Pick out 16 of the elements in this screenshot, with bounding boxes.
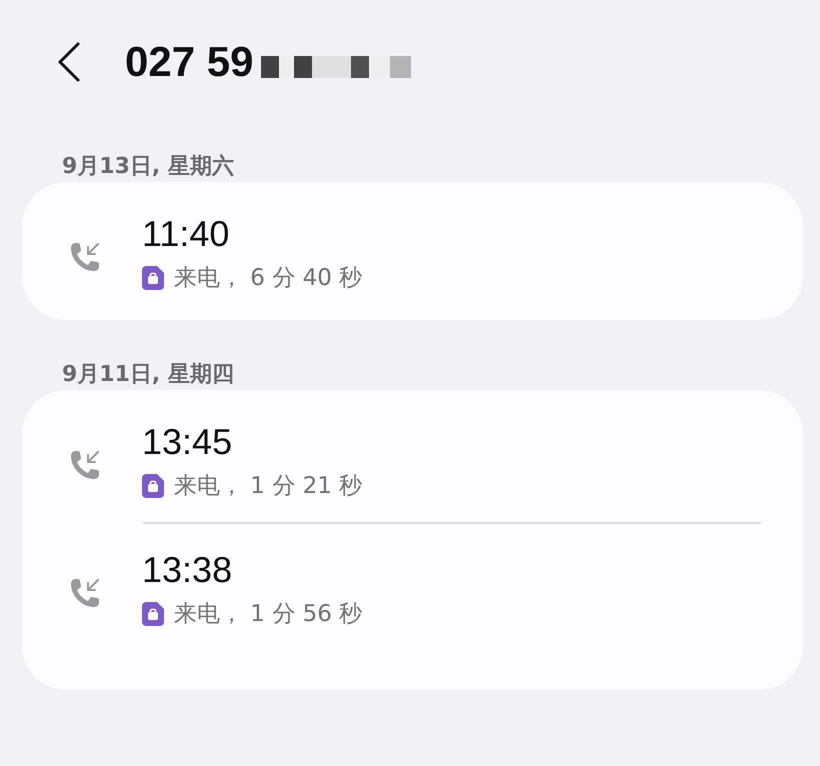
- sim-card-icon: [142, 602, 164, 626]
- call-detail: 来电， 1 分 56 秒: [174, 600, 362, 629]
- call-detail: 来电， 6 分 40 秒: [174, 264, 362, 293]
- date-heading: 9月13日, 星期六: [61, 153, 235, 181]
- incoming-call-icon: [68, 448, 102, 482]
- back-icon[interactable]: [57, 42, 81, 82]
- incoming-call-icon: [68, 240, 102, 274]
- call-time: 13:38: [142, 548, 234, 592]
- date-heading: 9月11日, 星期四: [61, 361, 235, 389]
- contact-number: 027 59: [125, 38, 254, 86]
- sim-card-icon: [142, 474, 164, 498]
- sim-card-icon: [142, 266, 164, 290]
- call-time: 13:45: [142, 420, 234, 464]
- call-time: 11:40: [142, 212, 230, 256]
- call-detail: 来电， 1 分 21 秒: [174, 472, 362, 501]
- incoming-call-icon: [68, 576, 102, 610]
